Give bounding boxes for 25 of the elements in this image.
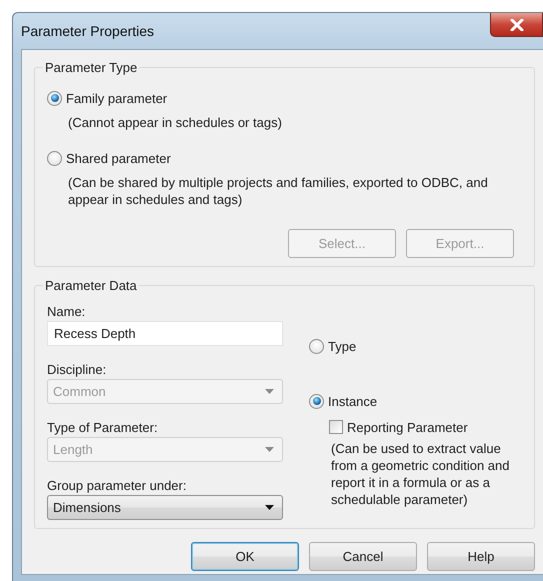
window-title: Parameter Properties [21,22,154,39]
dialog-button[interactable]: Cancel [309,542,417,571]
field-label: Name: [47,303,86,321]
checkbox[interactable]: Reporting Parameter [329,416,522,438]
input-field[interactable]: Recess Depth [47,321,283,346]
radio-button[interactable]: Family parameter [47,87,522,109]
field-label: Discipline: [47,361,108,379]
radio-button[interactable]: Shared parameter [47,147,522,169]
radio-button[interactable]: Type [309,335,522,357]
caret-icon [265,389,274,394]
description-text: (Can be shared by multiple projects and families, exported to ODBC, and appear in schedules and tags) [68,174,489,208]
dropdown[interactable]: Dimensions [47,495,283,520]
description-text: (Cannot appear in schedules or tags) [68,114,283,131]
caret-icon [265,505,274,510]
dialog-button[interactable]: OK [191,542,299,571]
group-title: Parameter Data [44,278,138,293]
caret-icon [265,447,274,452]
field-label: Type of Parameter: [47,419,159,437]
dialog-button[interactable]: Help [427,542,535,571]
group-title: Parameter Type [44,60,138,75]
field-label: Group parameter under: [47,477,188,495]
close-button[interactable] [490,13,543,37]
radio-button[interactable]: Instance [309,390,522,412]
close-icon [510,18,524,30]
description-text: (Can be used to extract value from a geometric condition and report it in a formula or as a schedulable parameter) [331,440,510,508]
